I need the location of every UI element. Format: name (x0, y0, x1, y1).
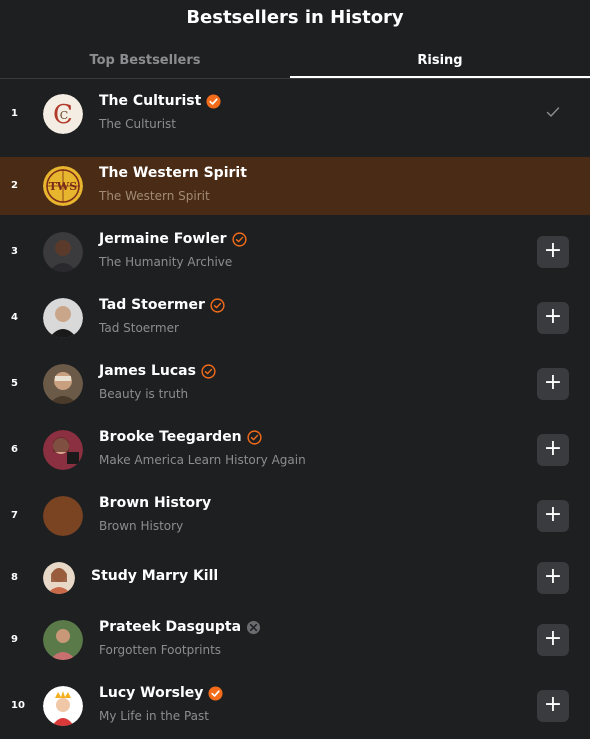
name-text: Tad Stoermer (99, 297, 205, 313)
avatar (43, 364, 83, 404)
list-item[interactable]: 6 Brooke Teegarden Make America Learn Hi… (0, 421, 590, 479)
add-button[interactable]: + (537, 690, 569, 722)
name-text: The Western Spirit (99, 165, 247, 181)
verified-badge-icon (206, 93, 221, 109)
verified-badge-icon (231, 231, 247, 247)
check-icon[interactable] (545, 104, 561, 120)
publication-subtitle: My Life in the Past (99, 709, 209, 723)
list-item[interactable]: 2 TWS The Western Spirit The Western Spi… (0, 157, 590, 215)
rank-number: 10 (11, 700, 25, 711)
publication-subtitle: Tad Stoermer (99, 321, 179, 335)
avatar: CC (43, 94, 83, 134)
name-text: The Culturist (99, 93, 202, 109)
name-text: James Lucas (99, 363, 196, 379)
tab-rising[interactable]: Rising (290, 44, 590, 78)
rank-number: 1 (11, 108, 18, 119)
publication-subtitle: Beauty is truth (99, 387, 189, 401)
rank-number: 9 (11, 634, 18, 645)
name-text: Brooke Teegarden (99, 429, 242, 445)
list-item[interactable]: 1 CC The Culturist The Culturist (0, 85, 590, 143)
verified-badge-icon (210, 297, 225, 313)
publication-name: Lucy Worsley (99, 685, 223, 701)
add-button[interactable]: + (537, 624, 569, 656)
list-item[interactable]: 5 James Lucas Beauty is truth + (0, 355, 590, 413)
publication-name: Prateek Dasgupta (99, 619, 261, 635)
list-item[interactable]: 8 Study Marry Kill + (0, 549, 590, 607)
publication-subtitle: The Western Spirit (99, 189, 210, 203)
verified-badge-icon (247, 429, 262, 445)
name-text: Prateek Dasgupta (99, 619, 242, 635)
tab-top-bestsellers[interactable]: Top Bestsellers (0, 44, 290, 78)
name-text: Brown History (99, 495, 212, 511)
name-text: Lucy Worsley (99, 685, 204, 701)
avatar (43, 620, 83, 660)
list-item[interactable]: 4 Tad Stoermer Tad Stoermer + (0, 289, 590, 347)
add-button[interactable]: + (537, 302, 569, 334)
list-item[interactable]: 10 Lucy Worsley My Life in the Past + (0, 677, 590, 735)
publication-name: Brooke Teegarden (99, 429, 262, 445)
publication-subtitle: Forgotten Footprints (99, 643, 222, 657)
add-button[interactable]: + (537, 500, 569, 532)
avatar (43, 232, 83, 272)
tab-bar: Top Bestsellers Rising (0, 44, 590, 79)
publication-name: Tad Stoermer (99, 297, 225, 313)
verified-badge-icon (208, 685, 223, 701)
add-button[interactable]: + (537, 562, 569, 594)
add-button[interactable]: + (537, 236, 569, 268)
verified-badge-icon (201, 363, 216, 379)
add-button[interactable]: + (537, 434, 569, 466)
publication-subtitle: Brown History (99, 519, 184, 533)
rank-number: 3 (11, 246, 18, 257)
add-button[interactable]: + (537, 368, 569, 400)
publication-name: James Lucas (99, 363, 216, 379)
list-item[interactable]: 9 Prateek Dasgupta Forgotten Footprints … (0, 611, 590, 669)
rank-number: 4 (11, 312, 18, 323)
rank-number: 5 (11, 378, 18, 389)
svg-text:TWS: TWS (49, 180, 78, 193)
avatar (43, 562, 75, 594)
publication-name: The Culturist (99, 93, 221, 109)
avatar (43, 496, 83, 536)
publication-subtitle: The Culturist (99, 117, 176, 131)
page-title: Bestsellers in History (186, 7, 404, 28)
publication-subtitle: Make America Learn History Again (99, 453, 306, 467)
list-item[interactable]: 7 Brown History Brown History + (0, 487, 590, 545)
avatar (43, 430, 83, 470)
gray-badge-icon (246, 620, 261, 635)
rank-number: 2 (11, 180, 18, 191)
avatar (43, 686, 83, 726)
publication-name: The Western Spirit (99, 165, 247, 181)
name-text: Jermaine Fowler (99, 231, 227, 247)
svg-text:C: C (60, 109, 68, 122)
publication-name: Brown History (99, 495, 211, 511)
avatar: TWS (43, 166, 83, 206)
avatar (43, 298, 83, 338)
list-item[interactable]: 3 Jermaine Fowler The Humanity Archive + (0, 223, 590, 281)
rank-number: 7 (11, 510, 18, 521)
name-text: Study Marry Kill (91, 568, 219, 584)
rank-number: 8 (11, 572, 18, 583)
publication-name: Jermaine Fowler (99, 231, 247, 247)
publication-name: Study Marry Kill (91, 568, 218, 584)
rank-number: 6 (11, 444, 18, 455)
publication-subtitle: The Humanity Archive (99, 255, 233, 269)
